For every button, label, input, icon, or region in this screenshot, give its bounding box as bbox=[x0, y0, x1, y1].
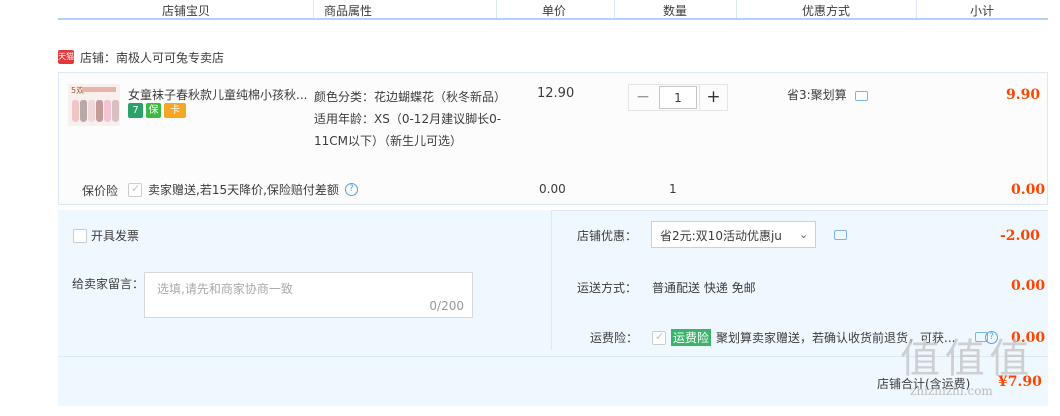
chat-icon[interactable] bbox=[854, 90, 868, 101]
shop-discount-amount: -2.00 bbox=[1000, 228, 1040, 244]
shop-name[interactable]: 店铺：南极人可可兔专卖店 bbox=[80, 49, 224, 66]
col-quantity: 数量 bbox=[663, 4, 688, 18]
sock-image bbox=[72, 100, 79, 122]
col-separator bbox=[916, 0, 917, 18]
shop-row: 天猫 店铺：南极人可可兔专卖店 bbox=[58, 48, 224, 66]
shipping-amount: 0.00 bbox=[1011, 278, 1046, 294]
col-separator bbox=[313, 0, 314, 18]
product-thumbnail[interactable]: 5双 bbox=[68, 84, 120, 126]
sock-image bbox=[96, 100, 103, 122]
attr-color: 颜色分类：花边蝴蝶花（秋冬新品） bbox=[314, 90, 507, 104]
col-shop-item: 店铺宝贝 bbox=[162, 4, 211, 18]
sock-image bbox=[88, 100, 95, 122]
product-attributes: 颜色分类：花边蝴蝶花（秋冬新品） 适用年龄：XS（0-12月建议脚长0-11CM… bbox=[314, 86, 514, 152]
return-insurance-checkbox[interactable] bbox=[652, 330, 666, 345]
col-separator bbox=[736, 0, 737, 18]
help-icon[interactable]: ? bbox=[344, 183, 358, 196]
insurance-label: 保价险 bbox=[82, 184, 119, 198]
return-insurance-label: 运费险： bbox=[590, 331, 639, 345]
shop-discount-select[interactable]: 省2元:双10活动优惠ju bbox=[651, 221, 816, 248]
shipping-value: 普通配送 快递 免邮 bbox=[652, 281, 756, 295]
memo-counter: 0/200 bbox=[429, 299, 464, 313]
insurance-price: 0.00 bbox=[539, 182, 566, 196]
sock-image bbox=[104, 100, 111, 122]
col-subtotal: 小计 bbox=[970, 4, 995, 18]
guarantee-icon[interactable]: 保 bbox=[146, 103, 161, 118]
col-discount: 优惠方式 bbox=[802, 4, 851, 18]
unit-price: 12.90 bbox=[537, 86, 575, 101]
product-title[interactable]: 女童袜子春秋款儿童纯棉小孩秋... bbox=[128, 86, 310, 102]
discount-text: 省3:聚划算 bbox=[787, 88, 847, 102]
memo-placeholder: 选填,请先和商家协商一致 bbox=[157, 282, 293, 296]
chat-icon[interactable] bbox=[834, 230, 847, 240]
chevron-down-icon[interactable]: ⌄ bbox=[799, 228, 809, 241]
col-separator bbox=[614, 0, 615, 18]
insurance-checkbox[interactable] bbox=[128, 182, 142, 197]
credit-card-icon[interactable]: 卡 bbox=[164, 103, 186, 118]
watermark-site: zhizhizhi.com bbox=[910, 384, 993, 398]
qty-minus-button[interactable]: − bbox=[629, 85, 657, 110]
insurance-row: 卖家赠送,若15天降价,保险赔付差额 ? bbox=[128, 181, 358, 198]
qty-input[interactable]: 1 bbox=[659, 86, 697, 109]
seven-day-return-icon[interactable]: 7 bbox=[128, 103, 143, 118]
memo-label: 给卖家留言： bbox=[72, 277, 145, 291]
col-attributes: 商品属性 bbox=[324, 4, 373, 18]
invoice-checkbox[interactable] bbox=[73, 228, 87, 243]
service-badges: 7 保 卡 bbox=[128, 103, 186, 118]
quantity-stepper: − 1 + bbox=[628, 84, 728, 111]
shipping-label: 运送方式： bbox=[577, 281, 638, 295]
insurance-qty: 1 bbox=[669, 182, 677, 196]
col-unit-price: 单价 bbox=[542, 4, 567, 18]
shop-discount-value: 省2元:双10活动优惠ju bbox=[660, 229, 782, 243]
watermark: 值 值 值 zhizhizhi.com bbox=[900, 326, 1029, 398]
invoice-label: 开具发票 bbox=[91, 229, 140, 243]
discount-method: 省3:聚划算 bbox=[787, 86, 868, 103]
memo-textarea[interactable]: 选填,请先和商家协商一致 0/200 bbox=[144, 272, 473, 318]
thumb-banner bbox=[82, 87, 116, 92]
cart-header: 店铺宝贝 商品属性 单价 数量 优惠方式 小计 bbox=[58, 0, 1048, 20]
return-insurance-badge: 运费险 bbox=[671, 329, 712, 346]
shop-discount-label: 店铺优惠： bbox=[577, 229, 638, 243]
insurance-subtotal: 0.00 bbox=[1011, 182, 1046, 198]
attr-age: 适用年龄：XS（0-12月建议脚长0-11CM以下）（新生儿可选） bbox=[314, 112, 502, 148]
invoice-option[interactable]: 开具发票 bbox=[73, 227, 139, 244]
item-subtotal: 9.90 bbox=[1006, 87, 1041, 103]
col-separator bbox=[496, 0, 497, 18]
sock-image bbox=[112, 100, 119, 122]
qty-plus-button[interactable]: + bbox=[699, 85, 727, 110]
tmall-icon: 天猫 bbox=[58, 50, 74, 64]
sock-image bbox=[80, 100, 87, 122]
watermark-logo: 值 值 值 bbox=[900, 336, 1029, 382]
insurance-text: 卖家赠送,若15天降价,保险赔付差额 bbox=[148, 183, 339, 197]
